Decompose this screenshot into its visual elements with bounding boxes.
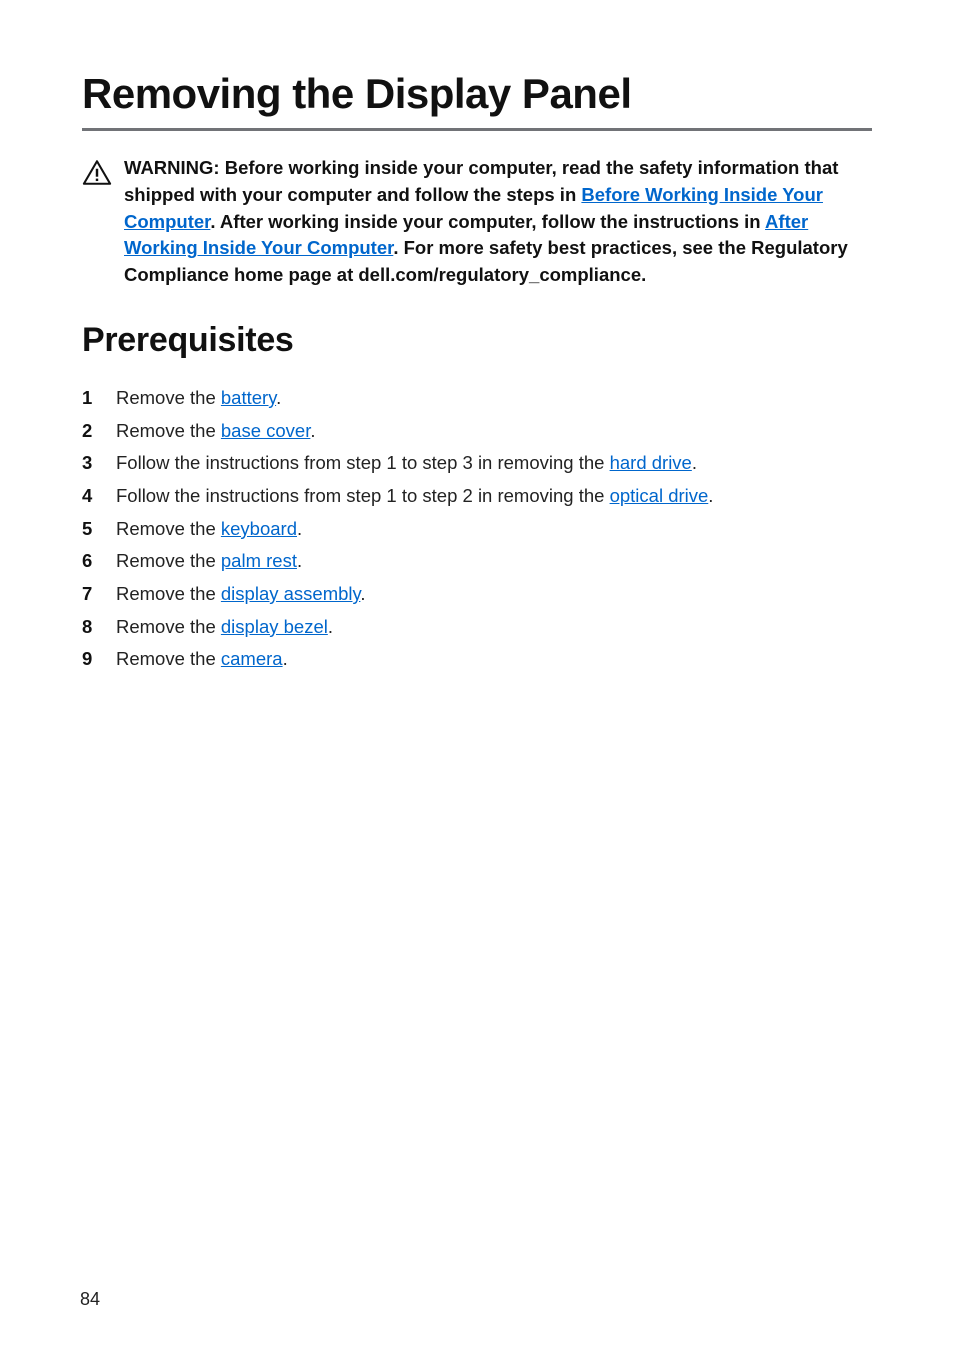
list-item: Remove the palm rest.: [82, 547, 872, 576]
list-item: Remove the camera.: [82, 645, 872, 674]
warning-block: WARNING: Before working inside your comp…: [82, 155, 872, 289]
list-item-text: Remove the display assembly.: [116, 580, 366, 609]
list-item-text: Remove the battery.: [116, 384, 281, 413]
step-link[interactable]: battery: [221, 387, 276, 408]
page-number: 84: [80, 1289, 100, 1310]
list-item-text: Remove the display bezel.: [116, 613, 333, 642]
section-heading-prerequisites: Prerequisites: [82, 321, 872, 360]
page-title: Removing the Display Panel: [82, 70, 872, 131]
list-item-text: Follow the instructions from step 1 to s…: [116, 482, 713, 511]
list-item: Remove the battery.: [82, 384, 872, 413]
step-link[interactable]: display assembly: [221, 583, 361, 604]
list-item: Remove the display assembly.: [82, 580, 872, 609]
list-item-text: Remove the palm rest.: [116, 547, 302, 576]
warning-text: WARNING: Before working inside your comp…: [124, 155, 872, 289]
warning-link[interactable]: Before Working Inside Your Computer: [124, 184, 823, 232]
step-link[interactable]: display bezel: [221, 616, 328, 637]
list-item-text: Remove the keyboard.: [116, 515, 302, 544]
list-item: Follow the instructions from step 1 to s…: [82, 482, 872, 511]
prerequisites-list: Remove the battery. Remove the base cover…: [82, 384, 872, 674]
step-link[interactable]: palm rest: [221, 550, 297, 571]
step-link[interactable]: hard drive: [610, 452, 692, 473]
list-item: Remove the base cover.: [82, 417, 872, 446]
step-link[interactable]: optical drive: [610, 485, 709, 506]
warning-link[interactable]: After Working Inside Your Computer: [124, 211, 808, 259]
step-link[interactable]: camera: [221, 648, 283, 669]
warning-icon: [82, 159, 112, 186]
document-page: Removing the Display Panel WARNING: Befo…: [0, 0, 954, 1366]
list-item: Follow the instructions from step 1 to s…: [82, 449, 872, 478]
list-item-text: Remove the camera.: [116, 645, 288, 674]
list-item: Remove the display bezel.: [82, 613, 872, 642]
list-item-text: Remove the base cover.: [116, 417, 316, 446]
step-link[interactable]: base cover: [221, 420, 310, 441]
step-link[interactable]: keyboard: [221, 518, 297, 539]
list-item: Remove the keyboard.: [82, 515, 872, 544]
list-item-text: Follow the instructions from step 1 to s…: [116, 449, 697, 478]
